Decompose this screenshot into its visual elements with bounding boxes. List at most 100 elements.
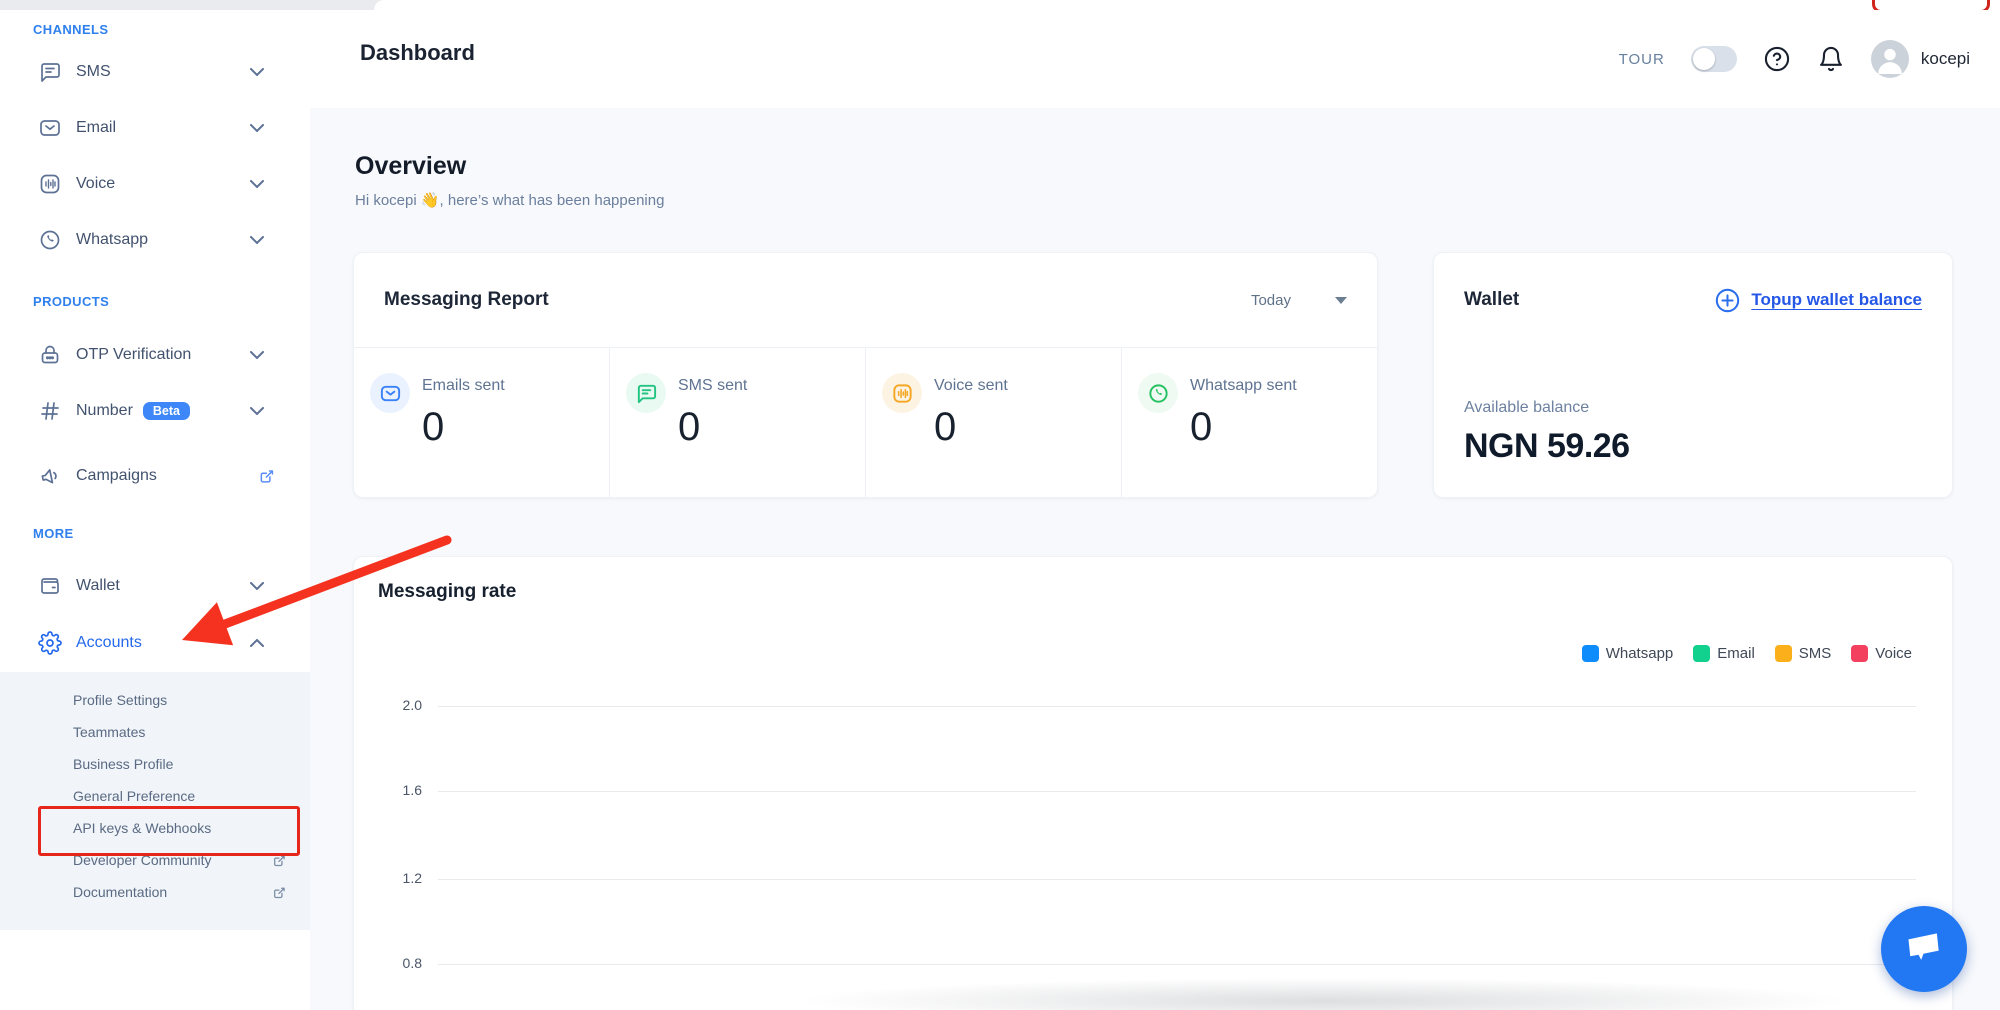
section-label-products: PRODUCTS <box>33 294 109 309</box>
messaging-report-title: Messaging Report <box>384 289 549 311</box>
sidebar-item-label: Whatsapp <box>76 231 148 249</box>
lock-icon <box>38 343 62 367</box>
chevron-down-icon <box>250 68 264 76</box>
submenu-item-label: Documentation <box>73 884 167 900</box>
stat-label: Whatsapp sent <box>1190 377 1297 395</box>
available-balance-label: Available balance <box>1464 399 1589 417</box>
username: kocepi <box>1921 49 1970 69</box>
legend-swatch-sms <box>1775 645 1792 662</box>
sidebar-item-label: Accounts <box>76 634 142 652</box>
legend-item-voice[interactable]: Voice <box>1851 645 1912 662</box>
stat-value: 0 <box>934 405 956 450</box>
overview-subtitle: Hi kocepi 👋, here’s what has been happen… <box>355 191 664 209</box>
stat-label: SMS sent <box>678 377 747 395</box>
wallet-card: Wallet Topup wallet balance Available ba… <box>1433 252 1953 498</box>
submenu-item-business-profile[interactable]: Business Profile <box>0 748 310 780</box>
stat-value: 0 <box>678 405 700 450</box>
chevron-down-icon <box>250 124 264 132</box>
legend-swatch-email <box>1693 645 1710 662</box>
y-axis-tick: 2.0 <box>374 697 422 713</box>
plus-circle-icon <box>1714 287 1741 314</box>
legend-label: Whatsapp <box>1606 645 1674 662</box>
sidebar-item-label: SMS <box>76 63 111 81</box>
chart-legend: Whatsapp Email SMS Voice <box>1582 645 1912 662</box>
chevron-down-icon <box>250 180 264 188</box>
sidebar-item-label: Voice <box>76 175 115 193</box>
sidebar-item-otp-verification[interactable]: OTP Verification <box>0 327 310 383</box>
user-menu[interactable]: kocepi <box>1871 40 1970 78</box>
tour-toggle[interactable] <box>1691 46 1737 72</box>
sidebar-item-wallet[interactable]: Wallet <box>0 558 310 614</box>
header-actions: TOUR kocepi <box>1619 10 1970 108</box>
stat-voice-sent: Voice sent 0 <box>865 347 1121 497</box>
sidebar-item-campaigns[interactable]: Campaigns <box>0 448 310 504</box>
sidebar-item-sms[interactable]: SMS <box>0 44 310 100</box>
sms-stat-icon <box>626 373 666 413</box>
legend-item-email[interactable]: Email <box>1693 645 1755 662</box>
sidebar-item-number[interactable]: Number Beta <box>0 383 310 439</box>
external-link-icon <box>257 466 277 486</box>
submenu-item-documentation[interactable]: Documentation <box>0 876 310 908</box>
topup-wallet-link[interactable]: Topup wallet balance <box>1714 287 1922 314</box>
messaging-rate-card: Messaging rate Whatsapp Email SMS Voice <box>353 556 1953 1010</box>
sidebar-item-label: Number <box>76 402 133 420</box>
wallet-icon <box>38 574 62 598</box>
overview-header: Overview Hi kocepi 👋, here’s what has be… <box>355 152 664 209</box>
legend-item-sms[interactable]: SMS <box>1775 645 1832 662</box>
gear-icon <box>38 631 62 655</box>
person-icon <box>1871 40 1909 78</box>
app-screen: CHANNELS SMS Email Voice Whatsapp PRODUC… <box>0 0 2000 1010</box>
sidebar-item-email[interactable]: Email <box>0 100 310 156</box>
sidebar-item-accounts[interactable]: Accounts <box>0 615 310 671</box>
page-title: Dashboard <box>360 40 475 66</box>
section-label-more: MORE <box>33 526 74 541</box>
submenu-item-teammates[interactable]: Teammates <box>0 716 310 748</box>
bell-icon[interactable] <box>1817 45 1845 73</box>
whatsapp-stat-icon <box>1138 373 1178 413</box>
submenu-item-profile-settings[interactable]: Profile Settings <box>0 684 310 716</box>
sidebar-item-label: Email <box>76 119 116 137</box>
chevron-down-icon <box>250 407 264 415</box>
period-dropdown[interactable]: Today <box>1251 292 1347 309</box>
avatar <box>1871 40 1909 78</box>
legend-label: Email <box>1717 645 1755 662</box>
submenu-item-label: Profile Settings <box>73 692 167 708</box>
stat-value: 0 <box>422 405 444 450</box>
stat-sms-sent: SMS sent 0 <box>609 347 865 497</box>
chart-title: Messaging rate <box>378 581 516 603</box>
legend-swatch-voice <box>1851 645 1868 662</box>
gridline <box>438 706 1916 707</box>
help-icon[interactable] <box>1763 45 1791 73</box>
sidebar-item-label: Wallet <box>76 577 120 595</box>
submenu-item-label: Business Profile <box>73 756 173 772</box>
toggle-knob <box>1693 48 1715 70</box>
main-content: Overview Hi kocepi 👋, here’s what has be… <box>310 108 2000 1010</box>
chat-fab[interactable] <box>1881 906 1967 992</box>
legend-item-whatsapp[interactable]: Whatsapp <box>1582 645 1674 662</box>
messaging-report-card: Messaging Report Today Emails sent 0 <box>353 252 1378 498</box>
topup-link-label: Topup wallet balance <box>1751 290 1922 310</box>
gridline <box>438 964 1916 965</box>
top-bar: Dashboard TOUR kocepi <box>310 10 2000 108</box>
voice-stat-icon <box>882 373 922 413</box>
sidebar-item-label: Campaigns <box>76 467 157 485</box>
stat-label: Emails sent <box>422 377 505 395</box>
bottom-shadow <box>800 978 1850 1010</box>
y-axis-tick: 1.6 <box>374 782 422 798</box>
email-icon <box>38 116 62 140</box>
voice-icon <box>38 172 62 196</box>
sidebar: CHANNELS SMS Email Voice Whatsapp PRODUC… <box>0 10 311 1010</box>
red-annotation-box <box>38 806 300 856</box>
email-stat-icon <box>370 373 410 413</box>
stats-row: Emails sent 0 SMS sent 0 Voice sent 0 <box>354 347 1377 497</box>
legend-label: Voice <box>1875 645 1912 662</box>
gridline <box>438 791 1916 792</box>
sidebar-item-voice[interactable]: Voice <box>0 156 310 212</box>
stat-label: Voice sent <box>934 377 1008 395</box>
section-label-channels: CHANNELS <box>33 22 108 37</box>
period-value: Today <box>1251 292 1291 309</box>
stat-emails-sent: Emails sent 0 <box>354 347 609 497</box>
beta-badge: Beta <box>143 402 190 421</box>
sidebar-item-whatsapp[interactable]: Whatsapp <box>0 212 310 268</box>
chat-bubble-icon <box>1903 928 1945 970</box>
